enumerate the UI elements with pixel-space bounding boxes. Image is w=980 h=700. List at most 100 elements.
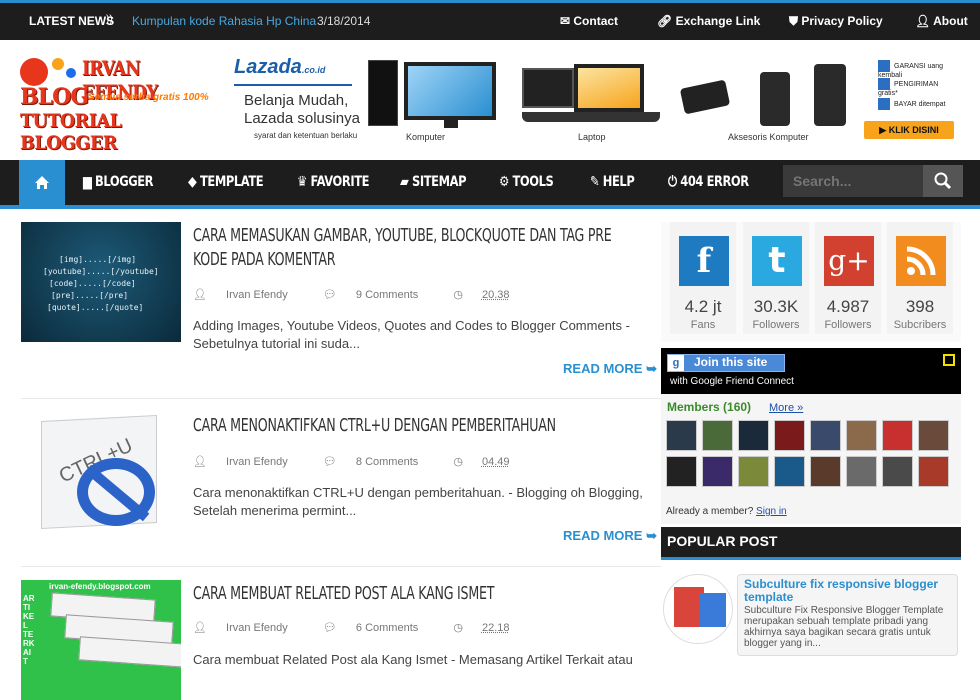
- member-avatar[interactable]: [882, 456, 913, 487]
- lazada-underline: [234, 84, 352, 86]
- about-link[interactable]: 👤︎ About: [915, 14, 968, 28]
- nav-blogger[interactable]: ▆ BLOGGER: [83, 174, 153, 190]
- member-avatar[interactable]: [882, 420, 913, 451]
- member-avatar[interactable]: [810, 456, 841, 487]
- member-avatar[interactable]: [846, 456, 877, 487]
- member-avatar[interactable]: [702, 456, 733, 487]
- member-avatar[interactable]: [774, 456, 805, 487]
- latest-news-label: LATEST NEWS: [29, 14, 115, 28]
- google-plus-count: 4.987: [826, 297, 870, 316]
- social-rss[interactable]: 398 Subcribers: [887, 222, 953, 334]
- ad-cta-label: KLIK DISINI: [888, 125, 939, 135]
- clock-icon: ◷: [453, 622, 466, 634]
- logo-dot-2: [52, 58, 64, 70]
- privacy-policy-link[interactable]: ⛊ Privacy Policy: [789, 14, 883, 29]
- join-site-button[interactable]: g Join this site: [667, 354, 785, 372]
- badge-icon: [878, 60, 890, 72]
- ad-label-laptop: Laptop: [578, 132, 606, 142]
- popular-thumbnail[interactable]: [663, 574, 733, 644]
- comments-link[interactable]: 💬︎ 6 Comments: [323, 622, 434, 634]
- privacy-label: Privacy Policy: [801, 14, 883, 28]
- author[interactable]: 👤︎ Irvan Efendy: [193, 456, 304, 468]
- member-avatar[interactable]: [918, 420, 949, 451]
- laptop-screen-2: [574, 64, 644, 112]
- member-avatar[interactable]: [774, 420, 805, 451]
- ad-label-computer: Komputer: [406, 132, 446, 142]
- member-avatar[interactable]: [846, 420, 877, 451]
- member-avatar[interactable]: [738, 420, 769, 451]
- nav-404-error[interactable]: ⏻ 404 ERROR: [668, 174, 749, 190]
- sign-in-link[interactable]: Sign in: [756, 506, 787, 517]
- read-more-link[interactable]: READ MORE ➥: [563, 528, 657, 544]
- time-value: 04.49: [481, 456, 510, 468]
- already-member: Already a member? Sign in: [666, 506, 787, 517]
- briefcase-icon: ▆: [83, 174, 96, 190]
- popular-title[interactable]: Subculture fix responsive blogger templa…: [744, 578, 956, 604]
- time-value: 22.18: [481, 622, 510, 634]
- member-avatar[interactable]: [810, 420, 841, 451]
- post-thumbnail[interactable]: [img].....[/img] [youtube].....[/youtube…: [21, 222, 181, 342]
- already-member-text: Already a member?: [666, 506, 754, 517]
- accessories-image: [679, 79, 731, 115]
- facebook-icon: f: [679, 236, 729, 286]
- latest-news-link[interactable]: Kumpulan kode Rahasia Hp China: [132, 14, 316, 28]
- home-button[interactable]: [19, 160, 65, 205]
- logo-line3: TUTORIAL BLOGGER: [20, 110, 122, 154]
- search-button[interactable]: [923, 165, 963, 197]
- comments-icon: 💬︎: [322, 622, 340, 634]
- nav-help[interactable]: ✎ HELP: [590, 174, 635, 190]
- contact-link[interactable]: ✉ Contact: [560, 14, 618, 28]
- author-name: Irvan Efendy: [226, 289, 288, 301]
- social-google-plus[interactable]: g+ 4.987 Followers: [815, 222, 881, 334]
- read-more-link[interactable]: READ MORE ➥: [563, 361, 657, 377]
- nav-tools[interactable]: ⚙ TOOLS: [499, 174, 554, 190]
- thumb-url: irvan-efendy.blogspot.com: [49, 582, 151, 591]
- rss-icon: [896, 236, 946, 286]
- rss-label: Subcribers: [893, 319, 947, 331]
- lazada-banner-ad[interactable]: Lazada.co.id Belanja Mudah, Lazada solus…: [230, 54, 960, 146]
- gfc-expand-icon[interactable]: [943, 354, 955, 366]
- author[interactable]: 👤︎ Irvan Efendy: [193, 622, 304, 634]
- comments-link[interactable]: 💬︎ 9 Comments: [323, 289, 434, 301]
- post-thumbnail[interactable]: CTRL+U: [21, 408, 181, 530]
- member-avatar[interactable]: [666, 456, 697, 487]
- post-snippet: Adding Images, Youtube Videos, Quotes an…: [193, 318, 630, 351]
- popular-snippet: Subculture Fix Responsive Blogger Templa…: [744, 605, 944, 649]
- member-avatar[interactable]: [738, 456, 769, 487]
- tag-icon: ◆: [188, 174, 201, 190]
- member-avatar[interactable]: [666, 420, 697, 451]
- thumb-line: [pre].....[/pre]: [51, 291, 129, 300]
- member-avatar[interactable]: [918, 456, 949, 487]
- site-logo[interactable]: IRVAN EFENDY BLOG Semua serba gratis 100…: [20, 54, 220, 154]
- about-label: About: [933, 14, 968, 28]
- post-meta: 👤︎ Irvan Efendy 💬︎ 9 Comments ◷ 20.38: [193, 288, 542, 301]
- thumb-screen-2: [700, 593, 726, 627]
- nav-favorite[interactable]: ♛ FAVORITE: [297, 174, 369, 190]
- gfc-header: g Join this site with Google Friend Conne…: [661, 348, 961, 394]
- post-title[interactable]: CARA MENONAKTIFKAN CTRL+U DENGAN PEMBERI…: [193, 414, 645, 438]
- twitter-label: Followers: [752, 319, 800, 331]
- post-meta: 👤︎ Irvan Efendy 💬︎ 6 Comments ◷ 22.18: [193, 621, 542, 634]
- member-avatar[interactable]: [702, 420, 733, 451]
- post-title[interactable]: CARA MEMBUAT RELATED POST ALA KANG ISMET: [193, 582, 645, 606]
- social-facebook[interactable]: f 4.2 jt Fans: [670, 222, 736, 334]
- author[interactable]: 👤︎ Irvan Efendy: [193, 289, 304, 301]
- nav-template[interactable]: ◆ TEMPLATE: [188, 174, 264, 190]
- popular-post-item[interactable]: Subculture fix responsive blogger templa…: [661, 574, 961, 658]
- post-time: ◷ 04.49: [453, 456, 525, 468]
- post-title[interactable]: CARA MEMASUKAN GAMBAR, YOUTUBE, BLOCKQUO…: [193, 224, 645, 272]
- post-thumbnail[interactable]: irvan-efendy.blogspot.com ARTIKEL TERKAI…: [21, 580, 181, 700]
- comments-link[interactable]: 💬︎ 8 Comments: [323, 456, 434, 468]
- thumb-side-text: ARTIKEL TERKAIT: [23, 594, 35, 666]
- social-twitter[interactable]: t 30.3K Followers: [743, 222, 809, 334]
- badge-guarantee: GARANSI uang kembali: [878, 60, 958, 80]
- members-more-link[interactable]: More »: [769, 402, 803, 414]
- nav-sitemap[interactable]: ▰ SITEMAP: [400, 174, 466, 190]
- ad-cta-button[interactable]: ▶ KLIK DISINI: [864, 121, 954, 139]
- exchange-link[interactable]: 🔗︎ Exchange Link: [657, 14, 760, 28]
- search-input[interactable]: [783, 165, 923, 197]
- exchange-label: Exchange Link: [675, 14, 761, 28]
- comment-count: 8 Comments: [355, 456, 419, 468]
- gfc-with: with Google Friend Connect: [670, 376, 794, 387]
- rss-count: 398: [905, 297, 935, 316]
